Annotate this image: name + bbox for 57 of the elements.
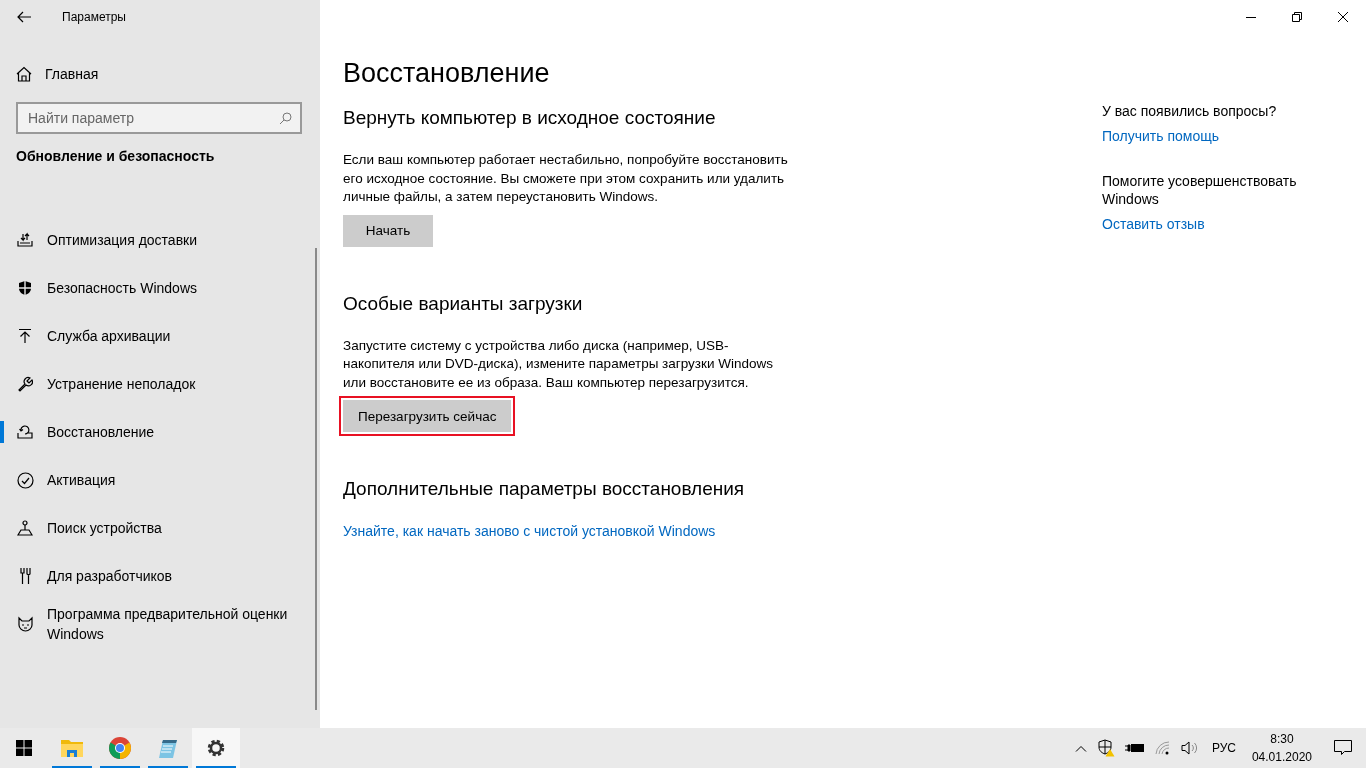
wifi-icon[interactable]	[1154, 741, 1171, 755]
shield-icon	[17, 280, 33, 296]
sidebar-item[interactable]: Для разработчиков	[0, 552, 320, 600]
cat-face-icon	[16, 615, 34, 633]
sidebar-item[interactable]: Восстановление	[0, 408, 320, 456]
close-icon	[1338, 12, 1348, 22]
search-field[interactable]: Найти параметр	[16, 102, 302, 134]
section-heading: Вернуть компьютер в исходное состояние	[343, 107, 717, 129]
sidebar-item[interactable]: Оптимизация доставки	[0, 216, 320, 264]
aside-link[interactable]: Оставить отзыв	[1102, 216, 1205, 232]
home-link[interactable]: Главная	[16, 54, 99, 94]
help-link[interactable]: Узнайте, как начать заново с чистой установкой Windows	[343, 523, 716, 539]
search-icon	[279, 112, 292, 125]
section-description: Если ваш компьютер работает нестабильно, попробуйте восстановить его исходное состояние. Вы сможете при этом сохранить или удалить личные файлы, а затем переустановить Windows.	[343, 151, 789, 206]
clock-date[interactable]: 04.01.2020	[1251, 748, 1312, 766]
notepad-icon	[157, 737, 179, 759]
restore-icon	[1292, 12, 1302, 22]
aside-question: У вас появились вопросы?	[1102, 102, 1278, 120]
section-heading: Особые варианты загрузки	[343, 292, 584, 315]
notification-icon[interactable]	[1334, 740, 1352, 756]
recovery-icon	[17, 424, 33, 440]
upload-arrow-icon	[17, 328, 33, 344]
sidebar-item[interactable]: Активация	[0, 456, 320, 504]
folder-icon	[61, 738, 83, 758]
window-title: Параметры	[62, 10, 126, 24]
windows-logo-icon	[16, 740, 32, 756]
category-heading: Обновление и безопасность	[16, 148, 216, 164]
wrench-icon	[17, 376, 33, 392]
sidebar-item[interactable]: Устранение неполадок	[0, 360, 320, 408]
sidebar-item[interactable]: Служба архивации	[0, 312, 320, 360]
clock-time[interactable]: 8:30	[1270, 730, 1294, 748]
back-arrow-icon	[17, 11, 31, 23]
home-icon	[16, 66, 32, 82]
download-tray-icon	[17, 232, 33, 248]
person-pin-icon	[17, 520, 33, 536]
tools-icon	[19, 567, 31, 585]
sidebar-item[interactable]: Программа предварительной оценки Windows	[0, 600, 320, 648]
scrollbar[interactable]	[315, 248, 317, 710]
aside-link[interactable]: Получить помощь	[1102, 128, 1219, 144]
gear-icon	[206, 738, 226, 758]
speaker-icon[interactable]	[1180, 741, 1199, 755]
aside-question: Помогите усовершенствовать Windows	[1102, 172, 1298, 208]
language-indicator[interactable]: РУС	[1211, 741, 1236, 755]
action-button[interactable]: Перезагрузить сейчас	[343, 400, 512, 432]
battery-plug-icon[interactable]	[1124, 742, 1145, 754]
browser-icon	[109, 737, 131, 759]
section-description: Запустите систему с устройства либо диска (например, USB-накопителя или DVD-диска), измените параметры загрузки Windows или восстановите ее из образа. Ваш компьютер перезагрузится.	[343, 336, 774, 392]
taskbar-app[interactable]	[192, 728, 240, 768]
action-button[interactable]: Начать	[343, 214, 433, 247]
page-title: Восстановление	[343, 58, 551, 89]
sidebar-item[interactable]: Безопасность Windows	[0, 264, 320, 312]
shield-warning-icon[interactable]	[1096, 739, 1115, 757]
check-circle-icon	[16, 471, 34, 489]
section-heading: Дополнительные параметры восстановления	[343, 478, 746, 500]
sidebar-item[interactable]: Поиск устройства	[0, 504, 320, 552]
minimize-icon	[1246, 16, 1256, 18]
chevron-up-icon[interactable]	[1074, 744, 1087, 752]
